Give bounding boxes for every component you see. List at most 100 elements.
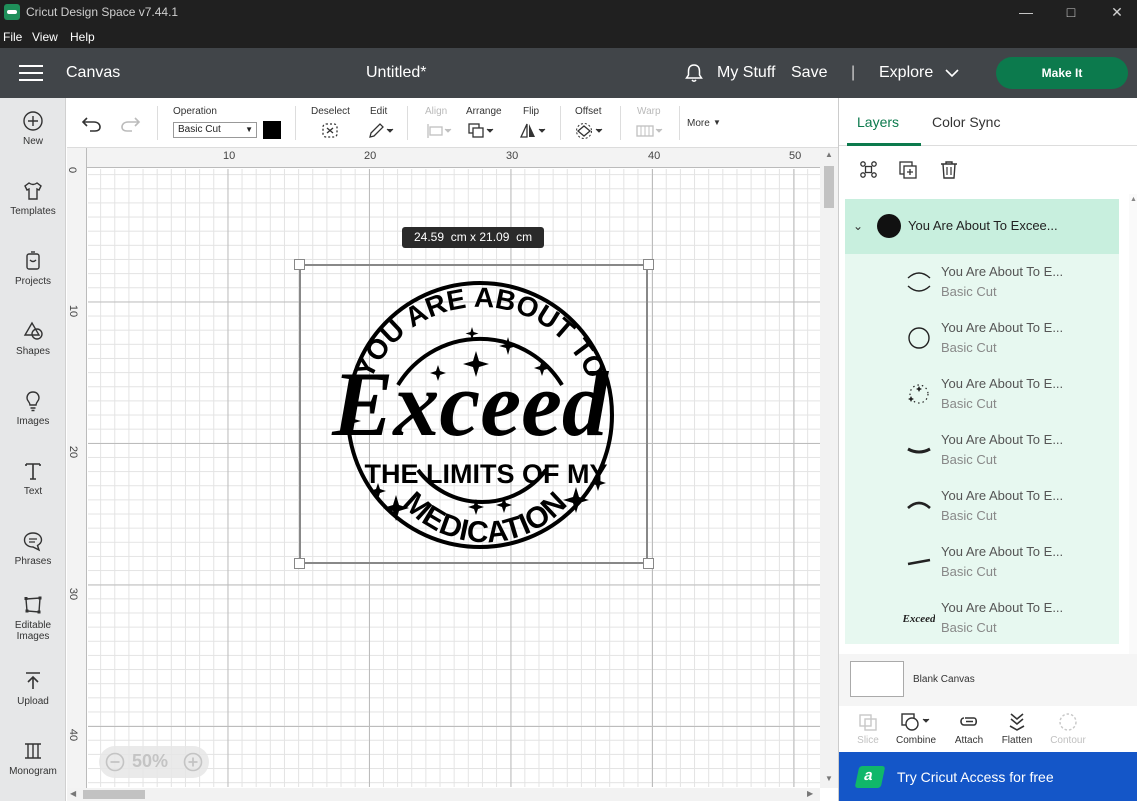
- sidebar-item-upload[interactable]: Upload: [0, 670, 66, 707]
- sidebar-item-label: Images: [16, 416, 50, 427]
- trash-icon[interactable]: [938, 159, 960, 181]
- layer-item[interactable]: You Are About To E... Basic Cut: [845, 478, 1119, 534]
- notification-bell-icon[interactable]: [683, 62, 705, 84]
- ruler-tick-label: 30: [67, 587, 80, 601]
- document-title[interactable]: Untitled*: [366, 64, 426, 82]
- menu-view[interactable]: View: [32, 30, 58, 44]
- sidebar-item-monogram[interactable]: Monogram: [0, 740, 66, 777]
- canvas-color-swatch[interactable]: [850, 661, 904, 697]
- resize-handle-top-left[interactable]: [294, 259, 305, 270]
- minimize-icon[interactable]: —: [1011, 2, 1041, 22]
- sidebar-item-new[interactable]: New: [0, 110, 66, 147]
- redo-icon[interactable]: [119, 115, 141, 133]
- chevron-down-icon[interactable]: ⌄: [853, 219, 863, 233]
- ruler-tick-label: 50: [789, 150, 802, 162]
- sidebar-item-label: Text: [23, 486, 43, 497]
- sidebar-item-projects[interactable]: Projects: [0, 250, 66, 287]
- operation-select[interactable]: Basic Cut ▼: [173, 122, 257, 138]
- layer-group-name: You Are About To Excee...: [908, 218, 1058, 233]
- sidebar-item-label: Phrases: [14, 556, 52, 567]
- scrollbar-thumb[interactable]: [83, 790, 145, 799]
- caret-down-icon[interactable]: ▼: [713, 118, 721, 127]
- paperclip-icon: [960, 717, 978, 726]
- blank-canvas-row[interactable]: Blank Canvas: [839, 654, 1137, 706]
- window-title: Cricut Design Space v7.44.1: [26, 5, 179, 19]
- layer-operation: Basic Cut: [941, 620, 997, 635]
- scroll-down-icon[interactable]: ▼: [825, 774, 833, 783]
- more-menu[interactable]: More: [687, 118, 710, 129]
- selection-box[interactable]: [299, 264, 648, 564]
- menu-file[interactable]: File: [3, 30, 22, 44]
- duplicate-icon[interactable]: [898, 160, 920, 180]
- hamburger-menu-icon[interactable]: [19, 65, 43, 81]
- flip-icon[interactable]: [519, 122, 549, 140]
- sidebar-item-templates[interactable]: Templates: [0, 180, 66, 217]
- resize-handle-bottom-left[interactable]: [294, 558, 305, 569]
- exceed-script-icon: Exceed: [903, 613, 935, 625]
- layer-item[interactable]: You Are About To E... Basic Cut: [845, 534, 1119, 590]
- tab-color-sync[interactable]: Color Sync: [932, 114, 1000, 130]
- deselect-icon[interactable]: [321, 122, 341, 140]
- ruler-tick-label: 40: [67, 728, 80, 742]
- sidebar-item-label-line2: Images: [16, 631, 50, 642]
- offset-icon[interactable]: [575, 122, 605, 140]
- scrollbar-thumb[interactable]: [824, 166, 834, 208]
- horizontal-scrollbar[interactable]: ◀ ▶: [67, 788, 820, 801]
- sidebar-item-text[interactable]: Text: [0, 460, 66, 497]
- circle-icon: [908, 327, 930, 349]
- scroll-right-icon[interactable]: ▶: [807, 789, 813, 798]
- contour-button[interactable]: Contour: [1043, 706, 1093, 746]
- limits-text-icon: [907, 558, 931, 566]
- ruler-tick-label: 0: [67, 166, 79, 174]
- slice-button[interactable]: Slice: [843, 706, 893, 746]
- edit-toolbar: Operation Basic Cut ▼ Deselect Edit Align…: [67, 98, 838, 148]
- zoom-in-icon[interactable]: [183, 752, 203, 772]
- arrange-icon[interactable]: [467, 122, 497, 140]
- sidebar-item-images[interactable]: Images: [0, 390, 66, 427]
- resize-handle-bottom-right[interactable]: [643, 558, 654, 569]
- flatten-button[interactable]: Flatten: [992, 706, 1042, 746]
- design-canvas[interactable]: 10 20 30 40 50 0 10 20 30 40 24.59 cm x …: [67, 148, 838, 801]
- chevron-down-icon[interactable]: [944, 67, 960, 79]
- canvas-label: Canvas: [66, 64, 121, 81]
- dimensions-badge: 24.59 cm x 21.09 cm: [402, 227, 545, 248]
- monogram-icon: [25, 743, 41, 759]
- blank-canvas-label: Blank Canvas: [913, 674, 975, 685]
- layer-group-row[interactable]: ⌄ You Are About To Excee...: [845, 199, 1119, 254]
- layer-item[interactable]: You Are About To E... Basic Cut: [845, 310, 1119, 366]
- tab-layers[interactable]: Layers: [857, 114, 899, 130]
- operation-color-swatch[interactable]: [263, 121, 281, 139]
- scroll-up-icon[interactable]: ▲: [1130, 196, 1137, 203]
- layer-operation: Basic Cut: [941, 396, 997, 411]
- align-icon: [427, 124, 452, 138]
- zoom-out-icon[interactable]: [105, 752, 125, 772]
- ruler-tick-label: 10: [67, 304, 80, 318]
- resize-handle-top-right[interactable]: [643, 259, 654, 270]
- combine-button[interactable]: Combine: [891, 706, 941, 746]
- layer-item[interactable]: You Are About To E... Basic Cut: [845, 254, 1119, 310]
- sidebar-item-editable-images[interactable]: Editable Images: [0, 594, 66, 642]
- save-button[interactable]: Save: [791, 64, 827, 82]
- layer-operation: Basic Cut: [941, 284, 997, 299]
- menu-help[interactable]: Help: [70, 30, 95, 44]
- close-icon[interactable]: ✕: [1102, 2, 1132, 22]
- layer-item[interactable]: Exceed You Are About To E... Basic Cut: [845, 590, 1119, 646]
- attach-button[interactable]: Attach: [944, 706, 994, 746]
- my-stuff-link[interactable]: My Stuff: [717, 64, 775, 82]
- sidebar-item-phrases[interactable]: Phrases: [0, 530, 66, 567]
- group-icon[interactable]: [858, 160, 880, 180]
- vertical-scrollbar[interactable]: ▲ ▼: [820, 148, 838, 788]
- sidebar-item-shapes[interactable]: Shapes: [0, 320, 66, 357]
- maximize-icon[interactable]: □: [1056, 2, 1086, 22]
- undo-icon[interactable]: [81, 115, 103, 133]
- cricut-access-banner[interactable]: Try Cricut Access for free: [839, 752, 1137, 801]
- edit-pencil-icon[interactable]: [367, 122, 397, 140]
- sidebar-item-label: New: [22, 136, 43, 147]
- make-it-button[interactable]: Make It: [996, 57, 1128, 89]
- explore-menu[interactable]: Explore: [879, 64, 933, 82]
- ruler-tick-label: 40: [648, 150, 661, 162]
- layer-item[interactable]: You Are About To E... Basic Cut: [845, 366, 1119, 422]
- scroll-left-icon[interactable]: ◀: [70, 789, 76, 798]
- layer-item[interactable]: You Are About To E... Basic Cut: [845, 422, 1119, 478]
- scroll-up-icon[interactable]: ▲: [825, 150, 833, 159]
